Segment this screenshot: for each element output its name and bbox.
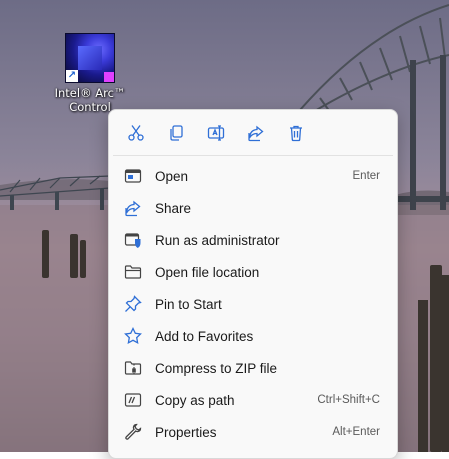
menu-item-open[interactable]: Open Enter [113,160,393,192]
menu-item-label: Compress to ZIP file [155,360,278,376]
menu-item-label: Copy as path [155,392,235,408]
menu-item-share[interactable]: Share [113,192,393,224]
context-menu-items: Open Enter Share Run as administrator Op… [109,156,397,448]
context-menu: Open Enter Share Run as administrator Op… [108,109,398,459]
admin-shield-icon [124,231,142,249]
share-icon [248,125,264,141]
rename-icon [207,124,225,141]
pin-icon [124,295,142,313]
menu-item-label: Pin to Start [155,296,222,312]
share-button[interactable] [236,117,276,149]
menu-item-label: Add to Favorites [155,328,254,344]
context-menu-toolbar [109,110,397,155]
menu-item-shortcut: Alt+Enter [332,426,380,438]
wrench-icon [124,423,142,441]
copy-button[interactable] [156,117,196,149]
menu-item-copy-as-path[interactable]: Copy as path Ctrl+Shift+C [113,384,393,416]
zip-icon [124,359,142,377]
menu-item-pin-to-start[interactable]: Pin to Start [113,288,393,320]
menu-item-label: Share [155,200,192,216]
delete-button[interactable] [276,117,316,149]
menu-item-label: Open [155,168,189,184]
menu-item-label: Properties [155,424,217,440]
intel-arc-app-icon: ↗ [65,33,115,83]
menu-item-shortcut: Enter [352,170,381,182]
menu-item-shortcut: Ctrl+Shift+C [317,394,380,406]
desktop-app-icon[interactable]: ↗ Intel® Arc™ Control [52,33,128,114]
menu-item-properties[interactable]: Properties Alt+Enter [113,416,393,448]
cut-icon [128,124,144,141]
copy-icon [170,124,183,141]
shortcut-arrow-icon: ↗ [66,70,78,82]
rename-button[interactable] [196,117,236,149]
menu-item-open-file-location[interactable]: Open file location [113,256,393,288]
menu-item-add-to-favorites[interactable]: Add to Favorites [113,320,393,352]
open-icon [124,167,142,185]
menu-item-compress-to-zip[interactable]: Compress to ZIP file [113,352,393,384]
menu-item-label: Open file location [155,264,260,280]
cut-button[interactable] [116,117,156,149]
menu-item-label: Run as administrator [155,232,280,248]
copy-path-icon [124,391,142,409]
menu-item-run-as-administrator[interactable]: Run as administrator [113,224,393,256]
share-icon [124,199,142,217]
delete-icon [290,125,302,141]
folder-icon [124,263,142,281]
star-icon [124,327,142,345]
